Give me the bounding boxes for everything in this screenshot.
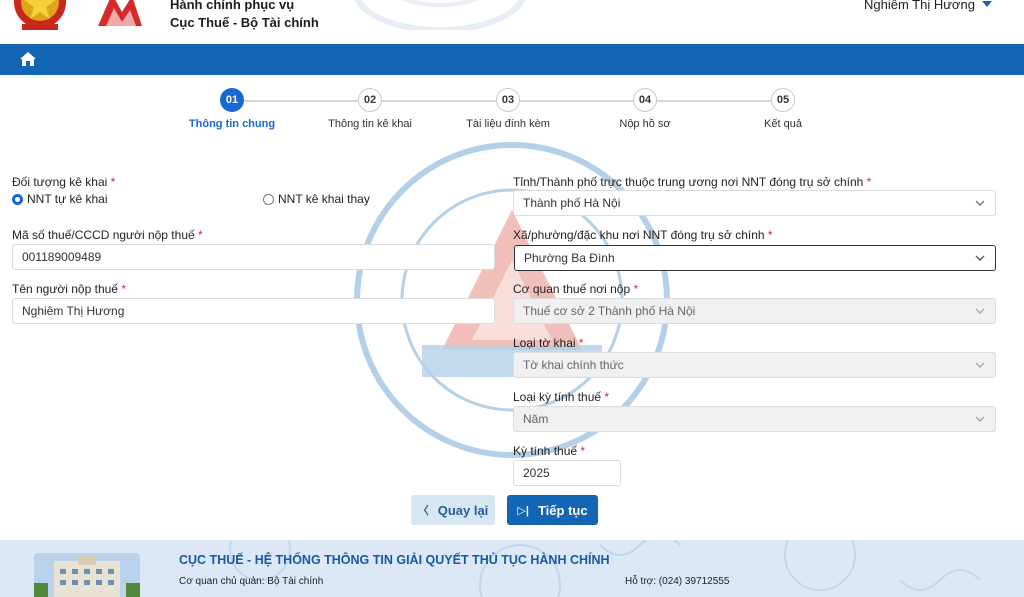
chevron-down-icon: [975, 200, 985, 206]
next-icon: ▷|: [517, 504, 529, 517]
ward-select[interactable]: Phường Ba Đình: [514, 245, 996, 271]
step-3-label[interactable]: Tài liệu đính kèm: [443, 118, 573, 130]
radio-unchecked-icon[interactable]: [263, 193, 274, 205]
next-button-label: Tiếp tục: [537, 502, 588, 518]
footer-hotline: Hỗ trợ: (024) 39712555: [625, 576, 730, 587]
tax-office-select: Thuế cơ sở 2 Thành phố Hà Nội: [513, 298, 996, 324]
declarant-type-label: Đối tượng kê khai *: [12, 175, 116, 189]
footer-pattern: [229, 540, 981, 597]
chevron-down-icon: [975, 308, 985, 314]
step-1-indicator[interactable]: 01: [220, 88, 244, 112]
ward-label: Xã/phường/đặc khu nơi NNT đóng trụ sở ch…: [513, 228, 773, 242]
chevron-down-icon: [975, 255, 985, 261]
taxpayer-name-label: Tên người nộp thuế *: [12, 282, 126, 296]
radio-declare-on-behalf[interactable]: NNT kê khai thay: [263, 192, 370, 206]
stepper-connector: [244, 100, 358, 102]
stepper-connector: [520, 100, 633, 102]
nav-bar: [0, 44, 1024, 75]
tax-office-label: Cơ quan thuế nơi nộp *: [513, 282, 639, 296]
user-name[interactable]: Nghiêm Thị Hương: [864, 0, 975, 12]
home-icon[interactable]: [19, 51, 37, 67]
footer-title: CỤC THUẾ - HỆ THỐNG THÔNG TIN GIẢI QUYẾT…: [179, 553, 610, 567]
header: Hành chính phục vụ Cục Thuế - Bộ Tài chí…: [0, 0, 1024, 44]
radio-checked-icon[interactable]: [12, 193, 23, 205]
tax-id-label: Mã số thuế/CCCD người nộp thuế *: [12, 228, 203, 242]
caret-down-icon[interactable]: [981, 0, 993, 9]
step-5-indicator[interactable]: 05: [771, 88, 795, 112]
step-2-label[interactable]: Thông tin kê khai: [305, 118, 435, 130]
stepper-connector: [382, 100, 496, 102]
taxpayer-name-input[interactable]: Nghiêm Thị Hương: [12, 298, 495, 324]
chevron-down-icon: [975, 416, 985, 422]
page: Hành chính phục vụ Cục Thuế - Bộ Tài chí…: [0, 0, 1024, 597]
stepper-connector: [657, 100, 771, 102]
chevron-down-icon: [975, 362, 985, 368]
period-input[interactable]: 2025: [513, 460, 621, 486]
declaration-type-select: Tờ khai chính thức: [513, 352, 996, 378]
radio-declare-on-behalf-label: NNT kê khai thay: [278, 192, 370, 206]
province-label: Tỉnh/Thành phố trực thuộc trung ương nơi…: [513, 175, 872, 189]
org-name-line2: Cục Thuế - Bộ Tài chính: [170, 15, 319, 30]
building-image: [34, 553, 140, 597]
period-type-select: Năm: [513, 406, 996, 432]
chevron-left-icon: 〈: [417, 505, 429, 517]
tax-id-input[interactable]: 001189009489: [12, 244, 495, 270]
step-2-indicator[interactable]: 02: [358, 88, 382, 112]
period-type-label: Loại kỳ tính thuế *: [513, 390, 610, 404]
period-label: Kỳ tính thuế *: [513, 444, 586, 458]
header-decoration: [354, 0, 526, 30]
back-button-label: Quay lại: [437, 502, 489, 518]
step-4-indicator[interactable]: 04: [633, 88, 657, 112]
radio-self-declare-label: NNT tự kê khai: [27, 192, 108, 206]
step-5-label[interactable]: Kết quả: [718, 118, 848, 130]
footer: CỤC THUẾ - HỆ THỐNG THÔNG TIN GIẢI QUYẾT…: [0, 540, 1024, 597]
national-emblem-icon: [14, 0, 66, 30]
org-name-line1: Hành chính phục vụ: [170, 0, 295, 12]
declaration-type-label: Loại tờ khai *: [513, 336, 584, 350]
tax-logo-icon: [98, 0, 142, 26]
back-button[interactable]: 〈 Quay lại: [411, 495, 495, 525]
step-1-label[interactable]: Thông tin chung: [167, 118, 297, 130]
step-4-label[interactable]: Nộp hồ sơ: [580, 118, 710, 130]
footer-agency: Cơ quan chủ quản: Bộ Tài chính: [179, 576, 324, 587]
next-button[interactable]: ▷| Tiếp tục: [507, 495, 598, 525]
radio-self-declare[interactable]: NNT tự kê khai: [12, 192, 108, 206]
step-3-indicator[interactable]: 03: [496, 88, 520, 112]
province-select[interactable]: Thành phố Hà Nội: [513, 190, 996, 216]
